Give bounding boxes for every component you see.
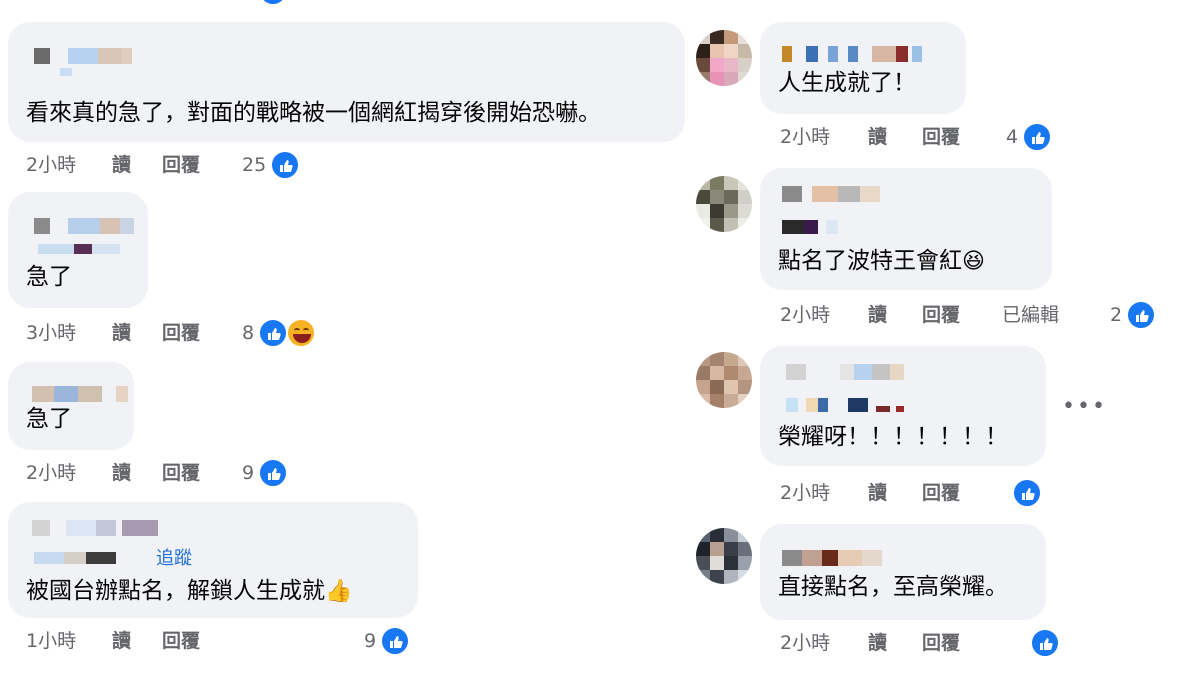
like-icon[interactable] <box>1022 122 1052 152</box>
like-icon[interactable] <box>1126 300 1156 330</box>
comment-time[interactable]: 2小時 <box>26 458 76 488</box>
blurred-author-badge <box>38 244 138 254</box>
comment-bubble: 急了 <box>8 362 134 450</box>
right-comment-column: 人生成就了！ 2小時 讀 回覆 4 點名了波特王會紅😆 2小時 讀 回覆 已編輯… <box>690 0 1200 675</box>
comment-time[interactable]: 2小時 <box>26 150 76 180</box>
reply-button[interactable]: 回覆 <box>162 318 200 348</box>
reply-button[interactable]: 回覆 <box>922 478 960 508</box>
blurred-author-badge <box>782 220 882 234</box>
comment-meta: 2小時 讀 回覆 25 <box>26 150 346 180</box>
thumbs-up-emoji: 👍 <box>325 579 353 604</box>
like-icon[interactable] <box>380 626 410 656</box>
reply-button[interactable]: 回覆 <box>922 122 960 152</box>
comment-text: 榮耀呀！！！！！！！ <box>778 424 1008 450</box>
comment-bubble: 點名了波特王會紅😆 <box>760 168 1052 290</box>
comment-text: 直接點名，至高榮耀。 <box>778 574 1008 600</box>
comment-meta: 3小時 讀 回覆 8 <box>26 318 346 348</box>
blurred-author-name <box>34 48 144 64</box>
read-button[interactable]: 讀 <box>868 300 887 330</box>
read-button[interactable]: 讀 <box>112 458 131 488</box>
comment-time[interactable]: 2小時 <box>780 628 830 658</box>
reply-button[interactable]: 回覆 <box>162 626 200 656</box>
avatar[interactable] <box>696 528 752 584</box>
comment-time[interactable]: 2小時 <box>780 478 830 508</box>
read-button[interactable]: 讀 <box>112 318 131 348</box>
blurred-author-badge <box>60 68 100 76</box>
comment-text: 人生成就了！ <box>778 70 916 96</box>
more-options-button[interactable]: ••• <box>1062 396 1105 426</box>
blurred-author-badge <box>34 552 154 564</box>
like-icon <box>258 0 288 6</box>
read-button[interactable]: 讀 <box>112 626 131 656</box>
reply-button[interactable]: 回覆 <box>922 628 960 658</box>
comment-time[interactable]: 2小時 <box>780 122 830 152</box>
avatar[interactable] <box>696 30 752 86</box>
avatar[interactable] <box>696 352 752 408</box>
comment-time[interactable]: 3小時 <box>26 318 76 348</box>
reaction-count[interactable]: 25 <box>242 150 266 180</box>
haha-icon[interactable] <box>286 318 316 348</box>
comment-text: 急了 <box>26 406 72 432</box>
reply-button[interactable]: 回覆 <box>922 300 960 330</box>
reply-button[interactable]: 回覆 <box>162 458 200 488</box>
comment-text: 急了 <box>26 264 72 290</box>
comment-text: 點名了波特王會紅😆 <box>778 246 985 277</box>
reaction-count[interactable]: 8 <box>242 318 254 348</box>
blurred-author-name <box>782 46 932 62</box>
read-button[interactable]: 讀 <box>112 150 131 180</box>
like-icon[interactable] <box>270 150 300 180</box>
comment-bubble: 看來真的急了，對面的戰略被一個網紅揭穿後開始恐嚇。 <box>8 22 685 142</box>
comment-text-content: 點名了波特王會紅 <box>778 248 962 274</box>
blurred-author-name <box>32 520 158 536</box>
blurred-author-badge <box>786 398 916 412</box>
reaction-count[interactable]: 2 <box>1110 300 1122 330</box>
read-button[interactable]: 讀 <box>868 478 887 508</box>
comment-meta: 2小時 讀 回覆 4 <box>780 122 1100 152</box>
follow-link[interactable]: 追蹤 <box>156 544 192 570</box>
comment-bubble: 追蹤 被國台辦點名，解鎖人生成就👍 <box>8 502 418 618</box>
read-button[interactable]: 讀 <box>868 628 887 658</box>
comment-text: 看來真的急了，對面的戰略被一個網紅揭穿後開始恐嚇。 <box>26 100 601 126</box>
like-icon[interactable] <box>1030 628 1060 658</box>
comment-bubble: 人生成就了！ <box>760 22 966 114</box>
avatar[interactable] <box>696 176 752 232</box>
edited-label[interactable]: 已編輯 <box>1002 300 1059 330</box>
reaction-count[interactable]: 9 <box>242 458 254 488</box>
comment-bubble: 榮耀呀！！！！！！！ <box>760 346 1046 466</box>
like-icon[interactable] <box>258 318 288 348</box>
comment-bubble: 急了 <box>8 192 148 308</box>
comment-bubble: 直接點名，至高榮耀。 <box>760 524 1046 620</box>
reaction-count[interactable]: 4 <box>1006 122 1018 152</box>
comment-meta: 2小時 讀 回覆 <box>780 478 1100 508</box>
comment-time[interactable]: 2小時 <box>780 300 830 330</box>
like-icon[interactable] <box>258 458 288 488</box>
read-button[interactable]: 讀 <box>868 122 887 152</box>
blurred-author-name <box>782 186 902 202</box>
comment-meta: 2小時 讀 回覆 <box>780 628 1100 658</box>
left-comment-column: 看來真的急了，對面的戰略被一個網紅揭穿後開始恐嚇。 2小時 讀 回覆 25 急了… <box>0 0 690 675</box>
comment-meta: 2小時 讀 回覆 9 <box>26 458 346 488</box>
comment-text-content: 被國台辦點名，解鎖人生成就 <box>26 578 325 604</box>
reaction-count[interactable]: 9 <box>364 626 376 656</box>
blurred-author-name <box>786 364 906 380</box>
reply-button[interactable]: 回覆 <box>162 150 200 180</box>
laughing-emoji: 😆 <box>962 249 985 274</box>
like-icon[interactable] <box>1012 478 1042 508</box>
blurred-author-name <box>32 386 132 402</box>
blurred-author-name <box>782 550 892 566</box>
blurred-author-name <box>34 218 144 234</box>
comment-meta: 2小時 讀 回覆 已編輯 2 <box>780 300 1200 330</box>
comment-meta: 1小時 讀 回覆 9 <box>26 626 426 656</box>
comment-text: 被國台辦點名，解鎖人生成就👍 <box>26 576 352 607</box>
comment-time[interactable]: 1小時 <box>26 626 76 656</box>
